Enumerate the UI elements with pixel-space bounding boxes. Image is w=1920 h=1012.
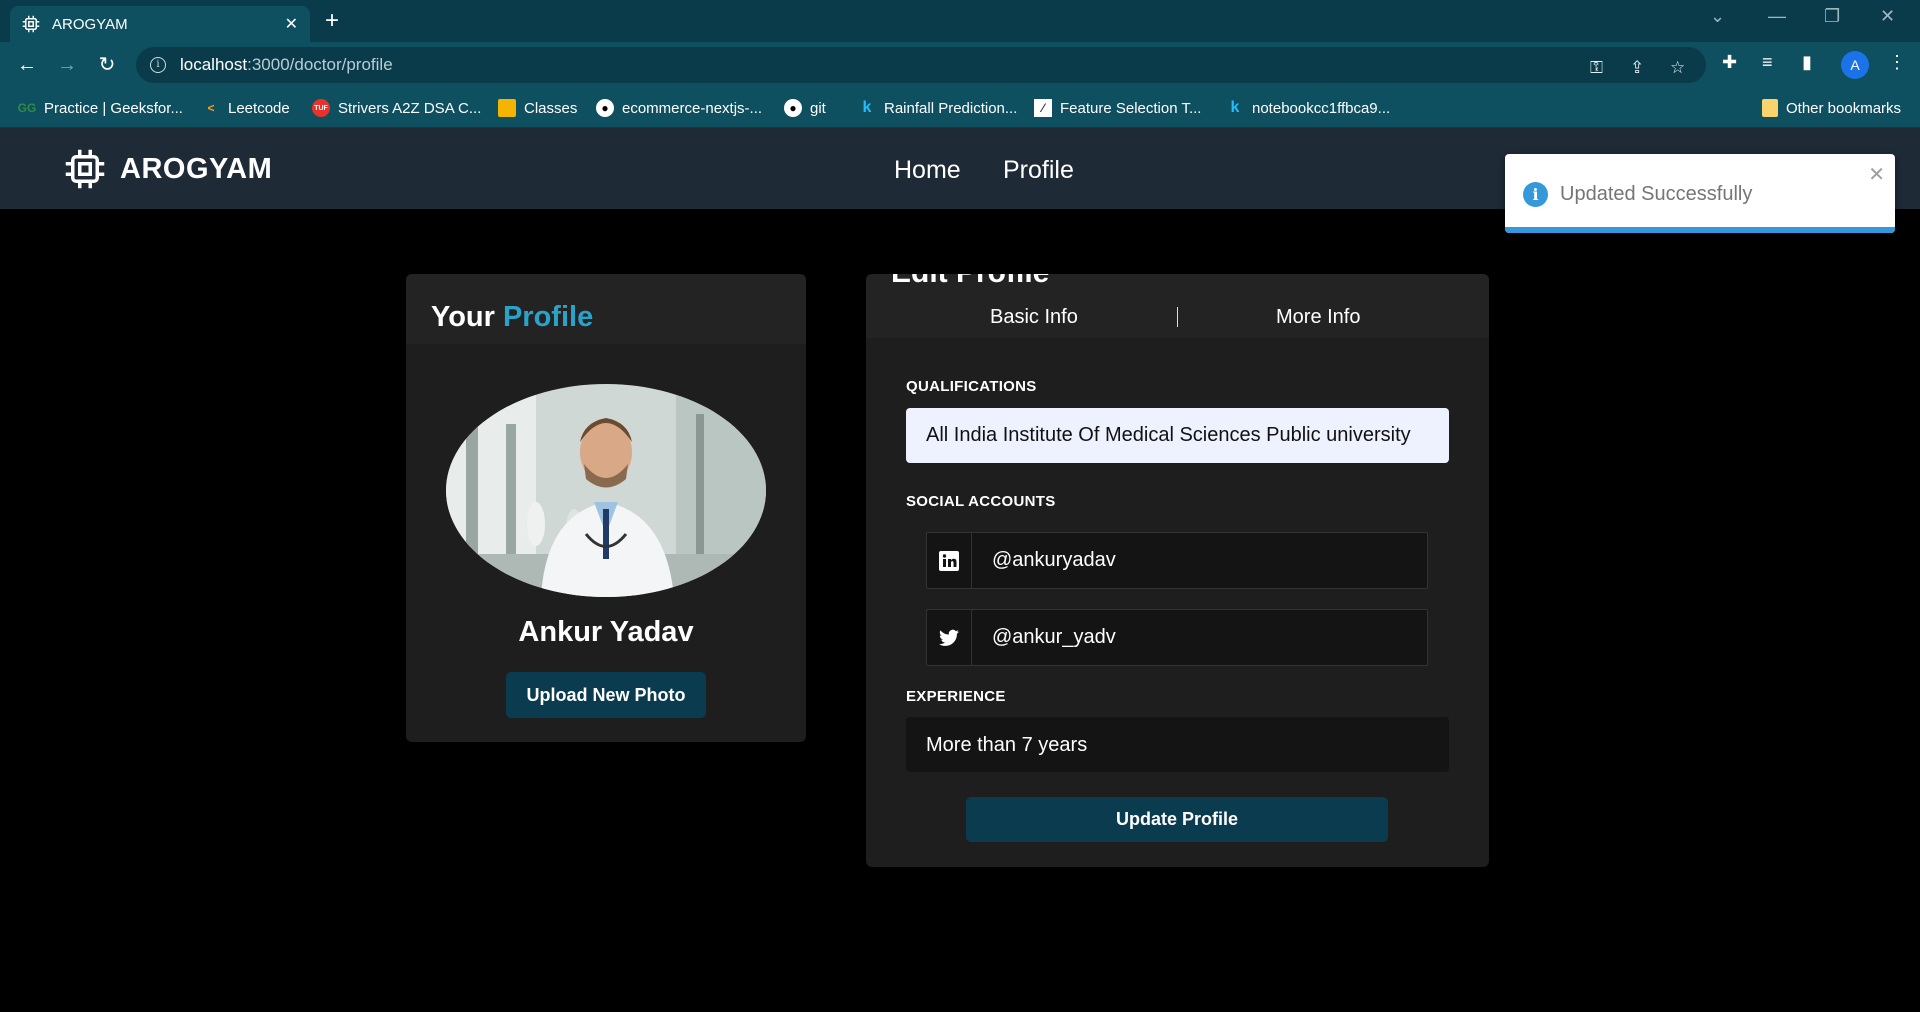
nav-home[interactable]: Home xyxy=(894,156,961,185)
bookmark-label: ecommerce-nextjs-... xyxy=(622,99,763,117)
bookmark-label: Strivers A2Z DSA C... xyxy=(338,99,482,117)
geeksforgeeks-icon: GG xyxy=(17,101,37,115)
bookmark-label: Leetcode xyxy=(228,99,290,117)
toast-notification: i Updated Successfully ✕ xyxy=(1505,154,1895,233)
bookmark-label: git xyxy=(810,99,826,117)
extensions-icon[interactable]: ✚ xyxy=(1722,52,1737,73)
url-path: :3000/doctor/profile xyxy=(247,55,393,74)
tab-close-icon[interactable]: ✕ xyxy=(285,14,298,34)
new-tab-button[interactable]: + xyxy=(325,8,339,34)
other-bookmarks-label: Other bookmarks xyxy=(1786,99,1902,117)
linkedin-icon xyxy=(927,533,972,588)
tab-divider xyxy=(1177,307,1178,327)
reload-icon[interactable]: ↻ xyxy=(94,52,120,78)
bookmark-item[interactable]: k notebookcc1ffbca9... xyxy=(1226,97,1391,119)
tab-basic-info[interactable]: Basic Info xyxy=(990,306,1078,329)
minimize-icon[interactable]: — xyxy=(1768,6,1786,27)
key-icon[interactable]: ⚿ xyxy=(1590,58,1603,78)
site-info-icon[interactable]: i xyxy=(150,57,166,73)
profile-card-title: Your Profile xyxy=(406,274,806,344)
bookmark-item[interactable]: TUF Strivers A2Z DSA C... xyxy=(312,97,481,119)
bookmark-label: Rainfall Prediction... xyxy=(884,99,1018,117)
bookmark-item[interactable]: k Rainfall Prediction... xyxy=(858,97,1018,119)
menu-icon[interactable]: ⋮ xyxy=(1888,52,1906,73)
title-plain: Your xyxy=(431,301,495,333)
bookmark-label: Classes xyxy=(524,99,578,117)
kaggle-icon: k xyxy=(1230,99,1240,116)
leetcode-icon: < xyxy=(207,101,215,115)
address-bar[interactable]: i localhost:3000/doctor/profile ⚿ ⇪ ☆ xyxy=(136,47,1706,83)
bookmark-item[interactable]: ⁄ Feature Selection T... xyxy=(1034,97,1201,119)
bookmark-item[interactable]: Classes xyxy=(498,97,577,119)
url-host: localhost xyxy=(180,55,248,74)
folder-icon xyxy=(1762,99,1778,117)
brand-name: AROGYAM xyxy=(120,152,273,185)
chart-icon: ⁄ xyxy=(1034,99,1052,117)
browser-toolbar: ← → ↻ i localhost:3000/doctor/profile ⚿ … xyxy=(0,42,1920,88)
title-accent: Profile xyxy=(502,301,594,333)
window-close-icon[interactable]: ✕ xyxy=(1880,6,1895,27)
nav-profile[interactable]: Profile xyxy=(1003,156,1074,185)
github-icon: ● xyxy=(596,99,614,117)
share-icon[interactable]: ⇪ xyxy=(1630,58,1644,78)
doctor-name: Ankur Yadav xyxy=(518,616,694,648)
kaggle-icon: k xyxy=(862,99,872,116)
media-icon[interactable]: ≡ xyxy=(1762,52,1773,73)
twitter-field[interactable]: @ankur_yadv xyxy=(926,609,1428,666)
tab-search-icon[interactable]: ⌄ xyxy=(1710,6,1725,27)
bookmark-item[interactable]: < Leetcode xyxy=(202,97,290,119)
qualifications-input[interactable] xyxy=(906,408,1449,463)
edit-tabs: Edit Profile Basic Info More Info xyxy=(866,274,1489,338)
twitter-handle: @ankur_yadv xyxy=(992,626,1116,648)
browser-tabstrip: AROGYAM ✕ + ⌄ — ❐ ✕ xyxy=(0,0,1920,42)
tab-title: AROGYAM xyxy=(52,15,128,33)
bookmark-item[interactable]: ● ecommerce-nextjs-... xyxy=(596,97,762,119)
side-panel-icon[interactable]: ▮ xyxy=(1802,52,1812,73)
back-icon[interactable]: ← xyxy=(14,52,40,78)
qualifications-label: QUALIFICATIONS xyxy=(906,378,1037,395)
bookmark-label: Feature Selection T... xyxy=(1060,99,1202,117)
toast-close-icon[interactable]: ✕ xyxy=(1868,162,1885,187)
edit-profile-card: Edit Profile Basic Info More Info QUALIF… xyxy=(866,274,1489,867)
other-bookmarks[interactable]: Other bookmarks xyxy=(1762,97,1901,119)
bookmark-item[interactable]: ● git xyxy=(784,97,826,119)
tab-more-info[interactable]: More Info xyxy=(1276,306,1360,329)
bookmark-label: Practice | Geeksfor... xyxy=(44,99,183,117)
bookmark-label: notebookcc1ffbca9... xyxy=(1252,99,1391,117)
chip-logo-icon xyxy=(65,149,105,189)
update-profile-button[interactable]: Update Profile xyxy=(966,797,1388,842)
restore-icon[interactable]: ❐ xyxy=(1824,6,1840,27)
edit-profile-title: Edit Profile xyxy=(891,274,1049,290)
classroom-icon xyxy=(498,99,516,117)
browser-tab-active[interactable]: AROGYAM ✕ xyxy=(10,6,310,42)
linkedin-field[interactable]: @ankuryadav xyxy=(926,532,1428,589)
linkedin-handle: @ankuryadav xyxy=(992,549,1116,571)
experience-label: EXPERIENCE xyxy=(906,688,1006,705)
profile-card: Your Profile Ankur Yadav Upload New Phot… xyxy=(406,274,806,742)
profile-avatar[interactable]: A xyxy=(1841,51,1869,79)
toast-message: Updated Successfully xyxy=(1560,183,1753,205)
upload-photo-button[interactable]: Upload New Photo xyxy=(506,672,706,718)
forward-icon[interactable]: → xyxy=(54,52,80,78)
social-accounts-label: SOCIAL ACCOUNTS xyxy=(906,493,1056,510)
tuf-icon: TUF xyxy=(312,99,330,117)
bookmarks-bar: GG Practice | Geeksfor... < Leetcode TUF… xyxy=(0,88,1920,128)
brand-logo[interactable]: AROGYAM xyxy=(64,148,272,190)
experience-select[interactable]: More than 7 years xyxy=(906,717,1449,772)
twitter-icon xyxy=(927,610,972,665)
bookmark-item[interactable]: GG Practice | Geeksfor... xyxy=(18,97,183,119)
bookmark-star-icon[interactable]: ☆ xyxy=(1670,58,1685,78)
chip-icon xyxy=(22,15,40,33)
toast-progress-bar xyxy=(1505,227,1895,233)
profile-photo xyxy=(446,384,766,597)
info-icon: i xyxy=(1523,182,1548,207)
github-icon: ● xyxy=(784,99,802,117)
